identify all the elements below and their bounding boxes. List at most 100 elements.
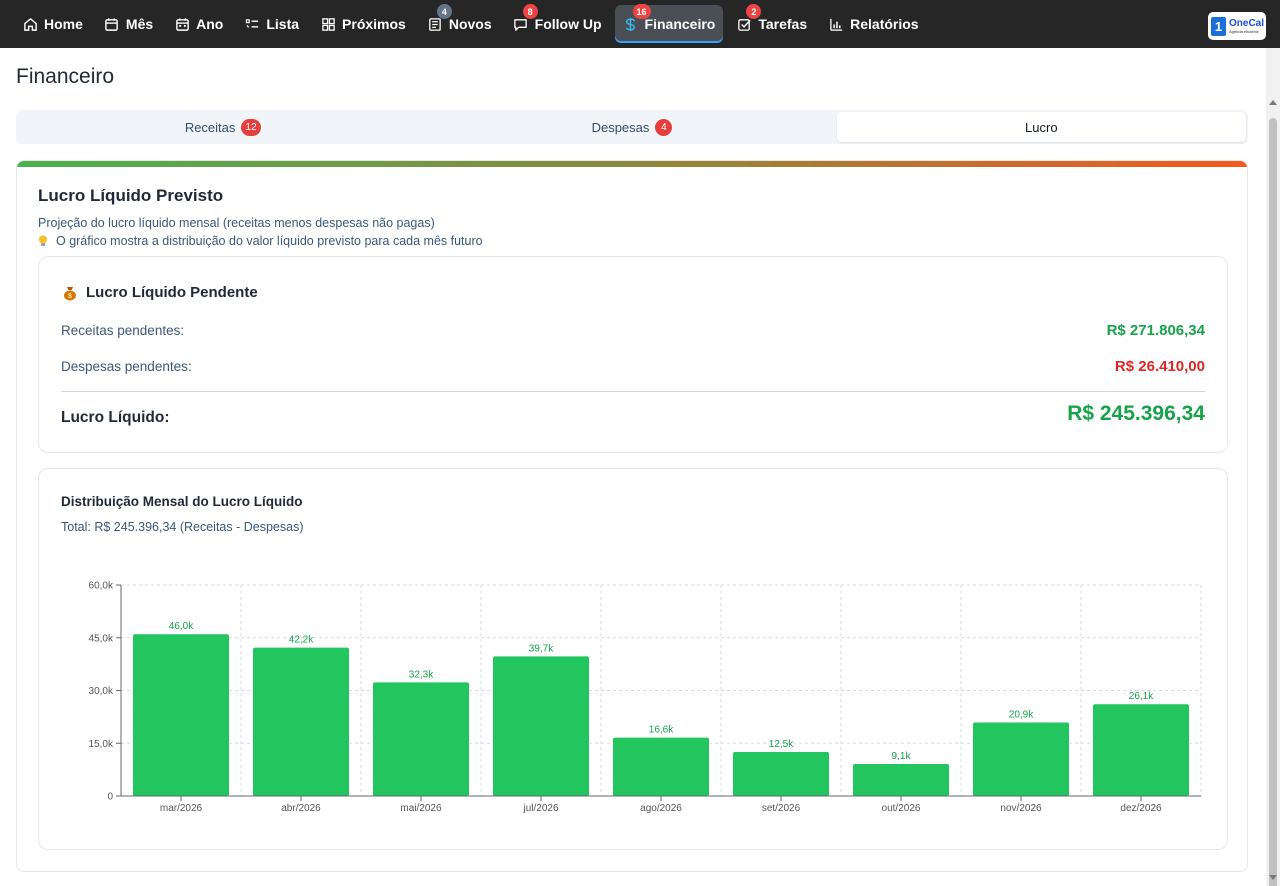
scrollbar-track[interactable] xyxy=(1266,48,1280,886)
bar-jul-2026 xyxy=(493,656,589,796)
bar-data-label: 32,3k xyxy=(409,669,434,680)
x-tick-label: dez/2026 xyxy=(1120,803,1162,814)
chat-icon xyxy=(513,16,529,32)
nav-item-label: Home xyxy=(44,16,83,32)
x-tick-label: ago/2026 xyxy=(640,803,682,814)
bar-chart-icon xyxy=(828,16,844,32)
calendar-grid-icon xyxy=(174,16,190,32)
summary-title: Lucro Líquido Pendente xyxy=(86,284,258,301)
nav-item-label: Financeiro xyxy=(644,16,716,32)
card-title: Lucro Líquido Previsto xyxy=(38,186,224,205)
nav-item-label: Follow Up xyxy=(534,16,602,32)
nav-item-label: Tarefas xyxy=(758,16,808,32)
bar-mar-2026 xyxy=(133,634,229,796)
chart-box: Distribuição Mensal do Lucro Líquido Tot… xyxy=(38,468,1228,850)
bar-data-label: 9,1k xyxy=(892,751,912,762)
logo-tagline: Agenda eficiente xyxy=(1229,28,1259,34)
lucro-liquido-label: Lucro Líquido: xyxy=(61,409,170,426)
bar-data-label: 42,2k xyxy=(289,635,314,646)
x-tick-label: nov/2026 xyxy=(1000,803,1042,814)
x-tick-label: jul/2026 xyxy=(522,803,558,814)
y-tick-label: 0 xyxy=(107,792,113,803)
bar-set-2026 xyxy=(733,752,829,796)
card-subtitle: Projeção do lucro líquido mensal (receit… xyxy=(38,216,435,230)
logo-name: OneCal xyxy=(1229,17,1265,29)
nav-item-follow-up[interactable]: Follow Up 8 xyxy=(505,4,610,43)
nav-item-proximos[interactable]: Próximos xyxy=(312,5,414,43)
nav-item-lista[interactable]: Lista xyxy=(236,5,307,43)
lucro-card: Lucro Líquido Previsto Projeção do lucro… xyxy=(16,160,1248,872)
page-title: Financeiro xyxy=(16,65,115,88)
despesas-pendentes-value: R$ 26.410,00 xyxy=(1114,358,1205,375)
x-tick-label: mar/2026 xyxy=(160,803,203,814)
y-tick-label: 45,0k xyxy=(89,633,114,644)
bar-data-label: 20,9k xyxy=(1009,710,1034,721)
y-tick-label: 15,0k xyxy=(89,739,114,750)
bar-abr-2026 xyxy=(253,647,349,796)
nav-item-ano[interactable]: Ano xyxy=(166,5,231,43)
nav-item-label: Ano xyxy=(196,16,224,32)
x-tick-label: set/2026 xyxy=(762,803,801,814)
nav-items: Home Mês Ano Lista Próximos Novos 4 Follow Up 8 F… xyxy=(14,4,932,43)
bar-data-label: 26,1k xyxy=(1129,691,1154,702)
nav-item-label: Próximos xyxy=(342,16,406,32)
scroll-up-arrow-icon[interactable] xyxy=(1269,100,1277,105)
nav-item-label: Lista xyxy=(266,16,300,32)
nav-item-label: Novos xyxy=(448,16,492,32)
summary-divider xyxy=(61,391,1205,392)
dollar-icon xyxy=(623,16,639,32)
x-tick-label: abr/2026 xyxy=(281,803,321,814)
list-icon xyxy=(244,16,260,32)
nav-item-home[interactable]: Home xyxy=(14,5,91,43)
bar-data-label: 16,6k xyxy=(649,725,674,736)
tab-label: Receitas xyxy=(184,119,236,135)
nav-badge: 16 xyxy=(632,4,651,19)
tab-badge: 4 xyxy=(655,118,673,136)
receitas-pendentes-label: Receitas pendentes: xyxy=(61,323,185,338)
financeiro-tabs: Receitas 12 Despesas 4 Lucro xyxy=(16,110,1248,144)
nav-item-label: Mês xyxy=(125,16,154,32)
money-bag-icon: $ xyxy=(64,286,76,300)
y-tick-label: 60,0k xyxy=(89,581,114,592)
logo-number: 1 xyxy=(1211,16,1226,36)
scroll-down-arrow-icon[interactable] xyxy=(1269,875,1277,880)
bar-ago-2026 xyxy=(613,737,709,796)
newspaper-icon xyxy=(427,16,443,32)
bar-data-label: 12,5k xyxy=(769,739,794,750)
tab-badge: 12 xyxy=(241,118,261,136)
summary-box: $ Lucro Líquido Pendente Receitas penden… xyxy=(38,256,1228,453)
bar-data-label: 46,0k xyxy=(169,621,194,632)
bar-out-2026 xyxy=(853,763,949,796)
receitas-pendentes-value: R$ 271.806,34 xyxy=(1106,322,1205,339)
x-tick-label: out/2026 xyxy=(882,803,921,814)
lucro-liquido-value: R$ 245.396,34 xyxy=(1067,402,1205,425)
monthly-profit-bar-chart: 0 15,0k 30,0k 45,0k 60,0k 46,0k mar/2026 42,2k a… xyxy=(89,581,1202,814)
home-icon xyxy=(22,16,38,32)
grid-icon xyxy=(320,16,336,32)
calendar-icon xyxy=(104,16,120,32)
tab-label: Lucro xyxy=(1025,119,1058,135)
scrollbar-thumb[interactable] xyxy=(1269,118,1277,886)
nav-item-novos[interactable]: Novos 4 xyxy=(419,4,500,43)
tab-label: Despesas xyxy=(591,119,650,135)
nav-item-label: Relatórios xyxy=(850,16,919,32)
svg-text:$: $ xyxy=(68,293,72,300)
despesas-pendentes-label: Despesas pendentes: xyxy=(61,359,192,374)
onecal-logo[interactable]: 1 OneCal Agenda eficiente xyxy=(1208,12,1266,40)
nav-item-tarefas[interactable]: Tarefas 2 xyxy=(728,4,815,43)
nav-item-relatorios[interactable]: Relatórios xyxy=(820,5,926,43)
nav-badge: 8 xyxy=(522,4,538,19)
y-tick-label: 30,0k xyxy=(89,686,114,697)
nav-item-mes[interactable]: Mês xyxy=(96,5,161,43)
bar-data-label: 39,7k xyxy=(529,643,554,654)
lightbulb-icon xyxy=(39,235,47,246)
bar-nov-2026 xyxy=(973,722,1069,796)
card-gradient-stripe xyxy=(17,161,1247,167)
top-navigation: Home Mês Ano Lista Próximos Novos 4 Follow Up 8 F… xyxy=(0,0,1280,48)
nav-item-financeiro[interactable]: Financeiro 16 xyxy=(614,4,724,43)
tab-receitas[interactable]: Receitas 12 xyxy=(18,112,427,142)
x-tick-label: mai/2026 xyxy=(400,803,442,814)
card-hint: O gráfico mostra a distribuição do valor… xyxy=(56,234,483,248)
tab-despesas[interactable]: Despesas 4 xyxy=(427,112,836,142)
tab-lucro[interactable]: Lucro xyxy=(836,112,1246,142)
